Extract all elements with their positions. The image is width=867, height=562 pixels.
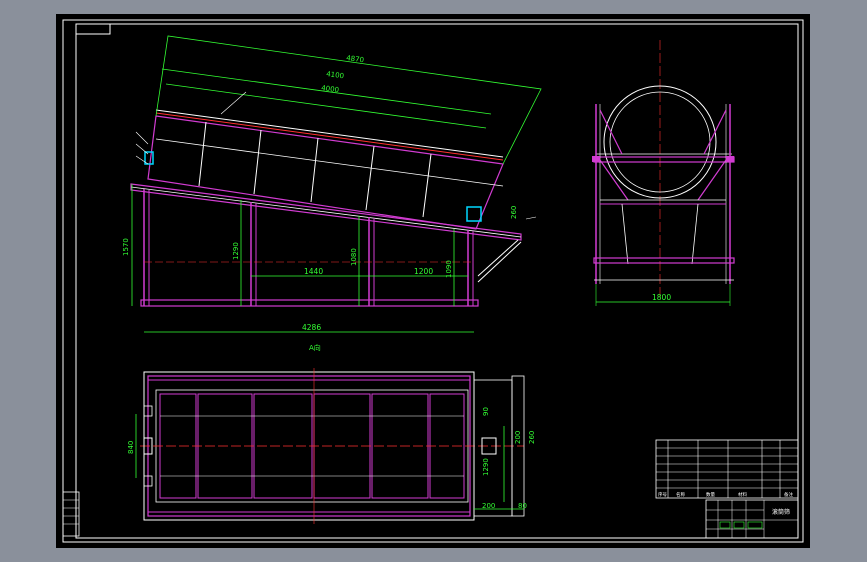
leader-4 — [135, 155, 149, 165]
cad-viewport: 4870 4100 4000 4286 1440 1200 1570 1290 … — [0, 0, 867, 562]
plan-dim-right-b: 200 — [514, 431, 522, 444]
leader-3 — [135, 143, 149, 155]
drum-top-rail — [155, 109, 504, 158]
plan-view: 840 260 200 90 1290 200 80 — [127, 368, 536, 524]
dim-height-inner: 1080 — [350, 248, 358, 266]
side-brace-r1 — [703, 109, 727, 155]
leader-2 — [135, 131, 149, 145]
dim-top-mid: 4100 — [326, 70, 345, 80]
dim-height-right: 1090 — [445, 260, 453, 278]
side-hopper-left — [621, 203, 629, 265]
dim-height-total: 1570 — [122, 238, 130, 256]
dim-span-a: 1440 — [304, 267, 323, 276]
drum-inner-line — [155, 138, 504, 187]
margin-block — [62, 491, 80, 537]
parts-list-frame — [655, 439, 799, 499]
drum-divider-4 — [365, 145, 375, 211]
front-view: 4870 4100 4000 4286 1440 1200 1570 1290 … — [122, 35, 542, 352]
side-brace-l2 — [599, 159, 629, 201]
title-green-cell-3 — [747, 521, 763, 529]
support-diagonal — [477, 239, 519, 277]
plan-dim-bottom-b: 80 — [518, 502, 527, 510]
side-dim-width: 1800 — [652, 293, 671, 302]
drawing-sheet: 4870 4100 4000 4286 1440 1200 1570 1290 … — [56, 14, 810, 548]
plan-dim-right-c: 90 — [482, 407, 490, 416]
dim-span-b: 1200 — [414, 267, 433, 276]
motor-block — [466, 206, 482, 222]
parts-header-remark: 备注 — [784, 491, 793, 498]
drum-divider-1 — [198, 121, 207, 187]
leader-1 — [220, 91, 247, 115]
side-brace-r2 — [697, 159, 727, 201]
view-label-a: A向 — [309, 343, 321, 352]
side-bottom-beam — [593, 257, 735, 264]
plan-dim-bottom-a: 200 — [482, 502, 495, 510]
outer-border — [62, 19, 804, 543]
drum-divider-2 — [253, 129, 262, 195]
dim-top-total: 4870 — [346, 54, 365, 64]
dim-height-mid: 1290 — [232, 242, 240, 260]
plan-dim-width-left: 840 — [127, 441, 135, 454]
side-bracket-r — [726, 156, 734, 162]
title-block: 滚筒筛 — [705, 499, 799, 539]
title-green-cell-1 — [719, 521, 731, 529]
side-brace-l1 — [599, 109, 623, 155]
support-diagonal-2 — [477, 241, 522, 283]
drawing-canvas: 4870 4100 4000 4286 1440 1200 1570 1290 … — [62, 19, 804, 543]
dim-top-inner: 4000 — [321, 84, 340, 94]
corner-tag — [75, 23, 111, 35]
drum-top-rail-2 — [155, 112, 504, 161]
title-green-cell-2 — [733, 521, 745, 529]
inner-border — [75, 23, 799, 539]
plan-drive-box — [473, 379, 513, 517]
dim-small-right: 260 — [510, 206, 518, 219]
drum-divider-5 — [422, 153, 432, 218]
margin-block-frame — [62, 491, 80, 537]
parts-header-no: 序号 — [658, 491, 667, 498]
drum-divider-3 — [310, 137, 319, 203]
plan-panel-1 — [159, 393, 197, 499]
title-block-frame — [705, 499, 799, 539]
side-view: 1800 — [592, 40, 735, 306]
side-bracket-l — [592, 156, 600, 162]
plan-dim-right-d: 1290 — [482, 458, 490, 476]
parts-list: 序号 名称 数量 材料 备注 — [655, 439, 799, 499]
dim-bottom-total: 4286 — [302, 323, 321, 332]
parts-header-qty: 数量 — [706, 491, 715, 498]
parts-header-name: 名称 — [676, 491, 685, 498]
plan-dim-right-a: 260 — [528, 431, 536, 444]
base-beam-white — [130, 186, 522, 238]
title-drawing-name: 滚筒筛 — [772, 508, 790, 516]
leader-5 — [525, 216, 537, 220]
drum-circle-outer — [603, 85, 717, 199]
side-hopper-right — [691, 203, 699, 265]
bottom-frame — [140, 299, 479, 307]
parts-header-material: 材料 — [738, 491, 747, 498]
